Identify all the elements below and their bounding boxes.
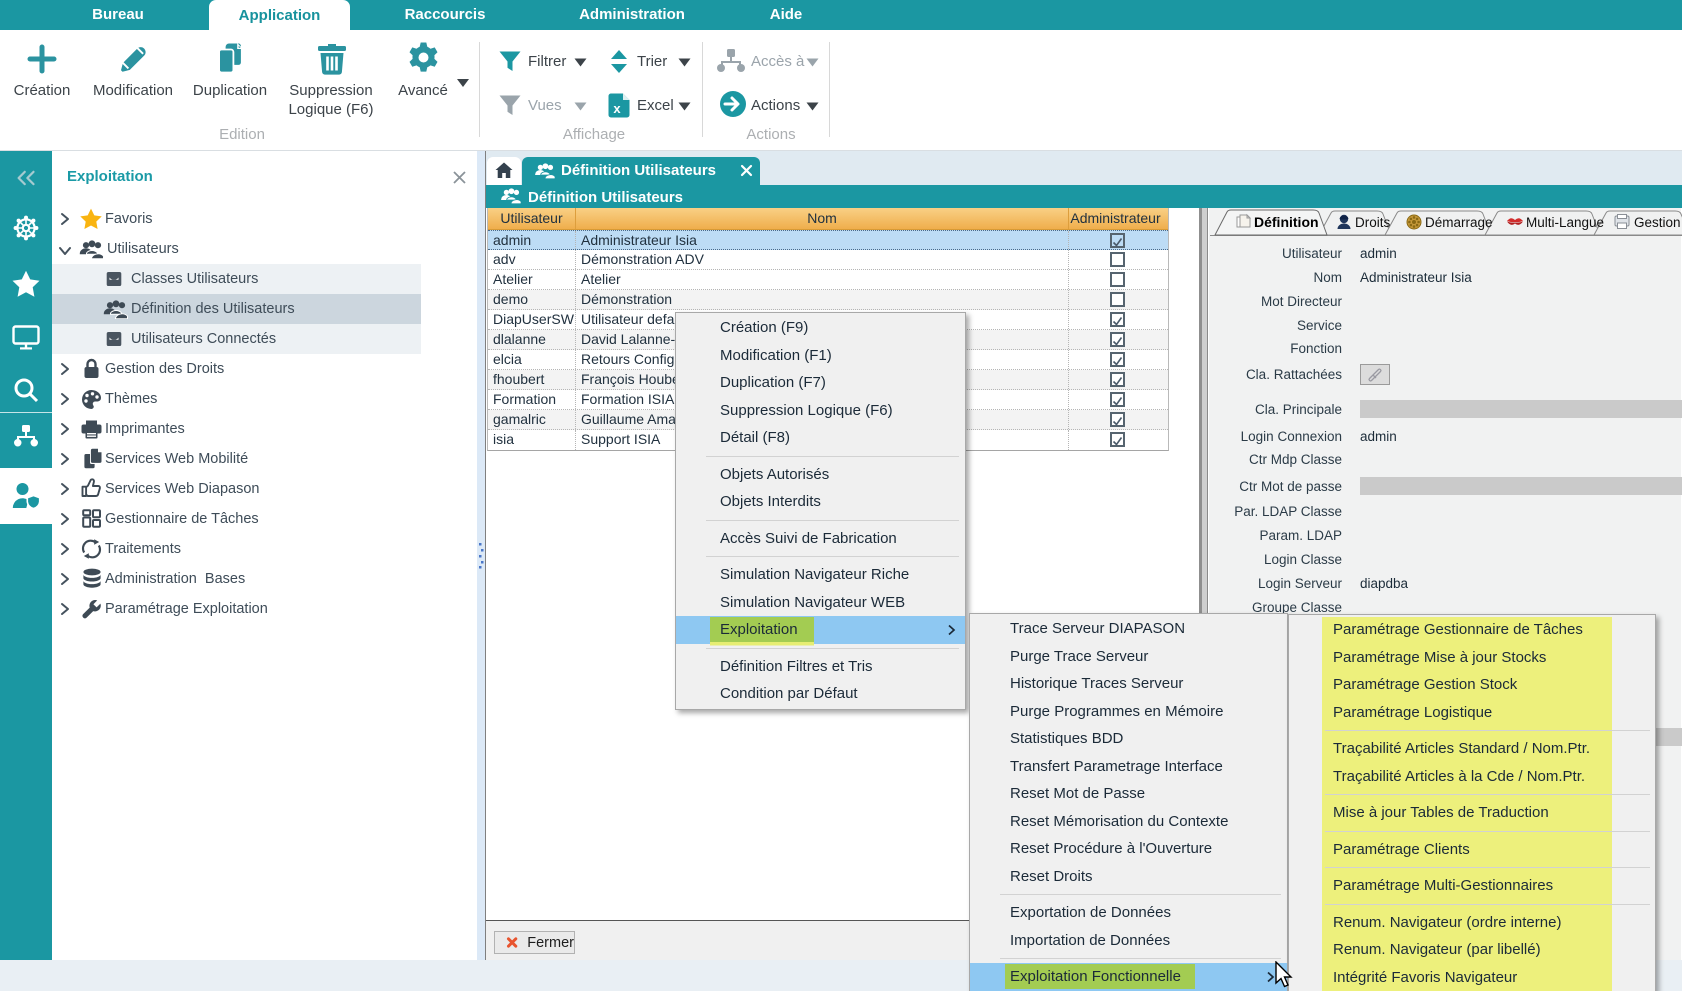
svg-text:Gestion: Gestion [1634,215,1681,230]
svg-text:Droits: Droits [1355,215,1391,230]
svg-text:x: x [613,101,621,116]
svg-text:Multi-Langue: Multi-Langue [1526,215,1604,230]
svg-text:Démarrage: Démarrage [1425,215,1493,230]
svg-text:Définition: Définition [1254,214,1319,230]
